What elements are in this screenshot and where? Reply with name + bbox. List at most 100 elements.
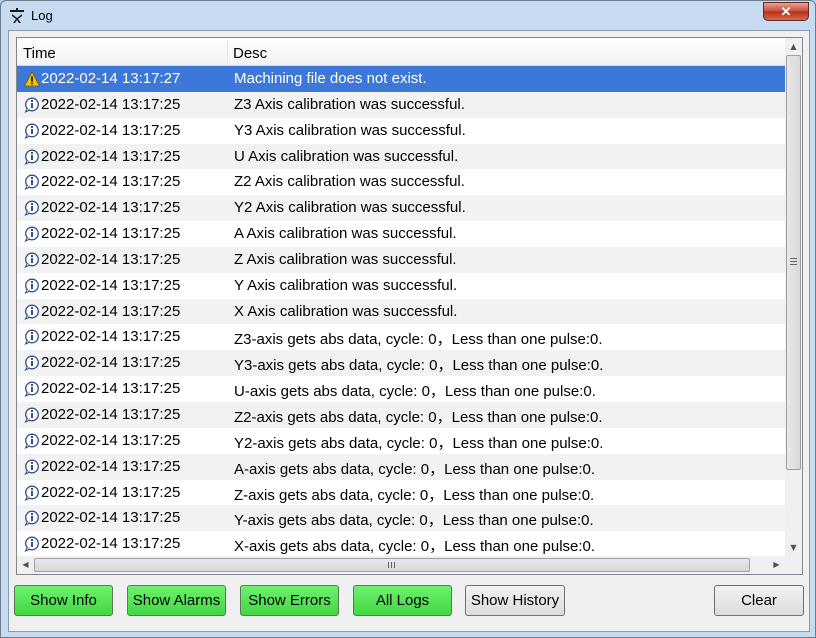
row-desc: Z Axis calibration was successful. [234, 250, 457, 268]
show-errors-button[interactable]: Show Errors [240, 585, 339, 616]
table-row[interactable]: 2022-02-14 13:17:25 Y3 Axis calibration w… [17, 118, 785, 144]
column-header-time[interactable]: Time [23, 45, 56, 62]
row-time: 2022-02-14 13:17:25 [41, 199, 181, 217]
log-list: Time Desc 2022-02-14 13:17:27 Machining f… [16, 37, 803, 575]
info-icon [24, 149, 40, 165]
info-icon [24, 329, 40, 346]
column-separator[interactable] [227, 40, 228, 64]
row-desc: Z-axis gets abs data, cycle: 0，Less than… [234, 486, 595, 504]
info-icon [24, 407, 40, 423]
all-logs-button[interactable]: All Logs [353, 585, 452, 616]
scroll-up-arrow-icon[interactable]: ▲ [785, 38, 802, 55]
client-area: Time Desc 2022-02-14 13:17:27 Machining f… [8, 30, 810, 632]
column-header-desc[interactable]: Desc [233, 45, 267, 62]
row-desc: Z2-axis gets abs data, cycle: 0，Less tha… [234, 408, 603, 426]
info-icon [24, 381, 40, 398]
table-row[interactable]: 2022-02-14 13:17:25 Z2 Axis calibration w… [17, 169, 785, 195]
row-time: 2022-02-14 13:17:25 [41, 405, 181, 423]
table-row[interactable]: 2022-02-14 13:17:25 Z3 Axis calibration w… [17, 91, 785, 118]
row-time: 2022-02-14 13:17:25 [41, 173, 181, 191]
row-desc: A-axis gets abs data, cycle: 0，Less than… [234, 460, 596, 478]
row-desc: U-axis gets abs data, cycle: 0，Less than… [234, 383, 596, 401]
row-time: 2022-02-14 13:17:25 [41, 535, 181, 553]
scroll-left-arrow-icon[interactable]: ◀ [17, 556, 34, 574]
row-time: 2022-02-14 13:17:25 [41, 95, 181, 113]
table-row[interactable]: 2022-02-14 13:17:25 Z Axis calibration wa… [17, 246, 785, 273]
info-icon [24, 252, 40, 268]
row-desc: Y-axis gets abs data, cycle: 0，Less than… [234, 512, 594, 530]
table-row[interactable]: 2022-02-14 13:17:25 A Axis calibration wa… [17, 221, 785, 247]
row-desc: Y3-axis gets abs data, cycle: 0，Less tha… [234, 357, 604, 375]
horizontal-scroll-thumb[interactable] [34, 558, 750, 572]
title-bar[interactable]: Log ✕ [1, 1, 815, 31]
row-time: 2022-02-14 13:17:25 [41, 509, 181, 527]
row-time: 2022-02-14 13:17:25 [41, 121, 181, 139]
log-window: Log ✕ Time Desc 2022-02-14 13:17:27 Machi… [0, 0, 816, 638]
row-desc: Z2 Axis calibration was successful. [234, 173, 465, 191]
table-row[interactable]: 2022-02-14 13:17:25 Z2-axis gets abs data… [17, 401, 785, 428]
table-row[interactable]: 2022-02-14 13:17:25 X Axis calibration wa… [17, 298, 785, 325]
row-desc: Z3-axis gets abs data, cycle: 0，Less tha… [234, 331, 603, 349]
window-title: Log [31, 8, 53, 23]
row-desc: Z3 Axis calibration was successful. [234, 95, 465, 113]
row-time: 2022-02-14 13:17:25 [41, 354, 181, 372]
clear-button[interactable]: Clear [714, 585, 804, 616]
row-desc: Machining file does not exist. [234, 70, 427, 87]
table-row[interactable]: 2022-02-14 13:17:25 Y2 Axis calibration w… [17, 195, 785, 222]
vertical-scrollbar[interactable]: ▲ ▼ [785, 38, 802, 556]
grip-icon [388, 562, 395, 568]
row-time: 2022-02-14 13:17:25 [41, 250, 181, 268]
row-time: 2022-02-14 13:17:25 [41, 431, 181, 449]
table-row[interactable]: 2022-02-14 13:17:25 Y-axis gets abs data,… [17, 505, 785, 532]
row-desc: Y3 Axis calibration was successful. [234, 121, 466, 139]
info-icon [24, 433, 40, 449]
row-desc: Y Axis calibration was successful. [234, 276, 458, 294]
info-icon [24, 123, 40, 139]
info-icon [24, 485, 40, 501]
table-row[interactable]: 2022-02-14 13:17:25 A-axis gets abs data,… [17, 453, 785, 480]
row-time: 2022-02-14 13:17:25 [41, 483, 181, 501]
vertical-scroll-thumb[interactable] [786, 55, 801, 470]
scroll-right-arrow-icon[interactable]: ▶ [768, 556, 785, 574]
show-alarms-button[interactable]: Show Alarms [127, 585, 226, 616]
grip-icon [790, 258, 797, 265]
row-time: 2022-02-14 13:17:25 [41, 302, 181, 320]
row-time: 2022-02-14 13:17:27 [41, 70, 181, 87]
close-button[interactable]: ✕ [763, 2, 809, 21]
table-row[interactable]: 2022-02-14 13:17:25 Z3-axis gets abs data… [17, 324, 785, 350]
info-icon [24, 459, 40, 475]
row-time: 2022-02-14 13:17:25 [41, 328, 181, 346]
info-icon [24, 355, 40, 372]
log-rows: 2022-02-14 13:17:27 Machining file does n… [17, 66, 785, 556]
info-icon [24, 278, 40, 294]
table-row[interactable]: 2022-02-14 13:17:25 Y2-axis gets abs data… [17, 428, 785, 454]
show-info-button[interactable]: Show Info [14, 585, 113, 616]
warning-icon [23, 71, 41, 87]
table-row[interactable]: 2022-02-14 13:17:25 Y Axis calibration wa… [17, 273, 785, 299]
scroll-down-arrow-icon[interactable]: ▼ [785, 539, 802, 556]
table-row[interactable]: 2022-02-14 13:17:25 U-axis gets abs data,… [17, 376, 785, 402]
table-row[interactable]: 2022-02-14 13:17:27 Machining file does n… [17, 66, 785, 92]
show-history-button[interactable]: Show History [465, 585, 565, 616]
row-time: 2022-02-14 13:17:25 [41, 225, 181, 243]
info-icon [24, 226, 40, 243]
horizontal-scrollbar[interactable]: ◀ ▶ [17, 556, 785, 574]
table-row[interactable]: 2022-02-14 13:17:25 Z-axis gets abs data,… [17, 480, 785, 506]
row-time: 2022-02-14 13:17:25 [41, 147, 181, 165]
row-desc: X Axis calibration was successful. [234, 302, 458, 320]
info-icon [24, 536, 40, 553]
table-row[interactable]: 2022-02-14 13:17:25 U Axis calibration wa… [17, 143, 785, 170]
table-row[interactable]: 2022-02-14 13:17:25 Y3-axis gets abs data… [17, 350, 785, 377]
row-desc: U Axis calibration was successful. [234, 147, 459, 165]
info-icon [24, 174, 40, 191]
row-desc: X-axis gets abs data, cycle: 0，Less than… [234, 538, 596, 556]
info-icon [24, 304, 40, 320]
row-time: 2022-02-14 13:17:25 [41, 457, 181, 475]
row-desc: Y2-axis gets abs data, cycle: 0，Less tha… [234, 434, 604, 452]
info-icon [24, 510, 40, 527]
info-icon [24, 97, 40, 113]
row-desc: A Axis calibration was successful. [234, 225, 457, 243]
list-header: Time Desc [17, 38, 785, 66]
scroll-corner [785, 556, 802, 574]
table-row[interactable]: 2022-02-14 13:17:25 X-axis gets abs data,… [17, 531, 785, 556]
